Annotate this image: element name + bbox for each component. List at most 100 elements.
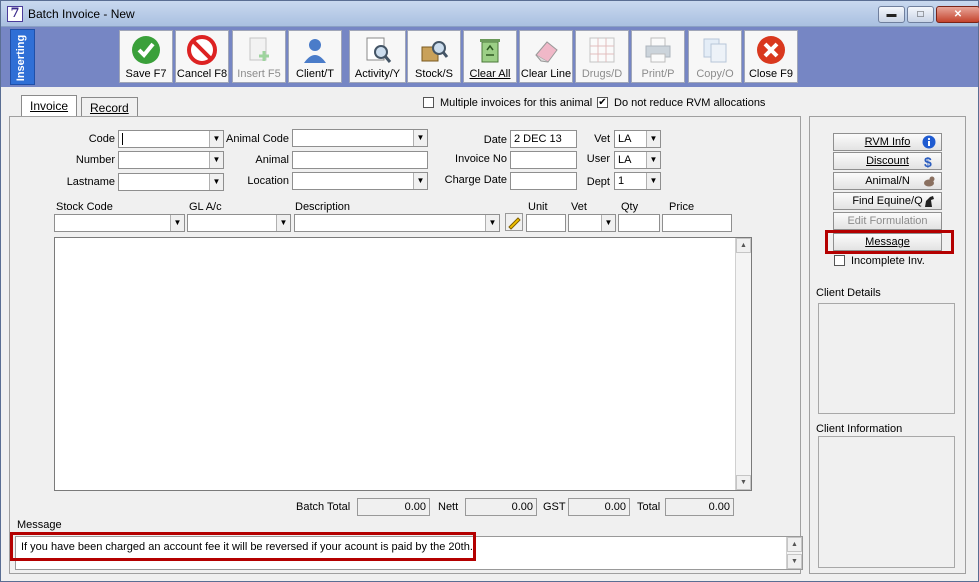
dept-label: Dept [586,176,610,188]
print-button[interactable]: Print/P [631,30,685,83]
scroll-down-icon[interactable]: ▼ [787,554,802,569]
magnifier-document-icon [366,37,391,63]
line-vet-select[interactable]: ▼ [568,214,616,232]
tab-invoice[interactable]: Invoice [21,95,78,117]
animal-button[interactable]: Animal/N [833,172,942,190]
vet-header: Vet [571,201,587,213]
message-highlight [10,532,476,561]
main-toolbar: Inserting Save F7 Cancel F8 Insert F5 Cl… [1,27,978,87]
stock-button[interactable]: Stock/S [407,30,461,83]
no-reduce-rvm-label: Do not reduce RVM allocations [614,97,766,109]
number-field[interactable]: ▼ [118,151,224,169]
price-input[interactable] [662,214,732,232]
lastname-label: Lastname [66,176,115,188]
unit-input[interactable] [526,214,566,232]
invoice-lines-grid[interactable]: ▲ ▼ [54,237,752,491]
scroll-up-icon[interactable]: ▲ [787,537,802,552]
vet-label: Vet [594,133,610,145]
chevron-down-icon[interactable]: ▼ [646,152,660,168]
client-button[interactable]: Client/T [288,30,342,83]
discount-button[interactable]: Discount $ [833,152,942,170]
svg-text:$: $ [924,154,932,168]
message-scrollbar[interactable]: ▲ ▼ [786,537,802,569]
animal-code-field[interactable]: ▼ [292,129,428,147]
save-button[interactable]: Save F7 [119,30,173,83]
invoice-no-label: Invoice No [455,153,507,165]
close-button[interactable]: Close F9 [744,30,798,83]
chevron-down-icon[interactable]: ▼ [485,215,499,231]
chevron-down-icon[interactable]: ▼ [601,215,615,231]
info-icon [922,135,936,149]
copy-button[interactable]: Copy/O [688,30,742,83]
rvm-info-button[interactable]: RVM Info [833,133,942,151]
message-label: Message [17,519,62,531]
client-details-label: Client Details [816,287,881,299]
qty-header: Qty [621,201,639,213]
charge-date-field[interactable] [510,172,577,190]
edit-formulation-button[interactable]: Edit Formulation [833,212,942,230]
chevron-down-icon[interactable]: ▼ [646,131,660,147]
charge-date-label: Charge Date [444,174,507,186]
chevron-down-icon[interactable]: ▼ [646,173,660,189]
clear-line-button[interactable]: Clear Line [519,30,573,83]
eraser-icon [535,41,558,63]
animal-code-label: Animal Code [226,133,289,145]
minimize-button[interactable]: ▬ [878,6,905,23]
qty-input[interactable] [618,214,660,232]
activity-button[interactable]: Activity/Y [349,30,406,83]
scroll-down-icon[interactable]: ▼ [736,475,751,490]
grid-scrollbar[interactable]: ▲ ▼ [735,238,751,490]
chevron-down-icon[interactable]: ▼ [276,215,290,231]
description-input[interactable]: ▼ [294,214,500,232]
vet-select[interactable]: LA ▼ [614,130,661,148]
price-header: Price [669,201,695,213]
location-field[interactable]: ▼ [292,172,428,190]
no-entry-icon [187,35,217,65]
code-field[interactable]: ▼ [118,130,224,148]
unit-header: Unit [528,201,548,213]
lastname-field[interactable]: ▼ [118,173,224,191]
nett-value: 0.00 [465,498,537,516]
location-label: Location [247,175,289,187]
dept-select[interactable]: 1 ▼ [614,172,661,190]
chevron-down-icon[interactable]: ▼ [413,173,427,189]
tab-record[interactable]: Record [81,97,138,117]
pencil-icon[interactable] [505,213,523,231]
client-information-panel [818,436,955,568]
dog-icon [924,176,935,187]
multiple-invoices-label: Multiple invoices for this animal [440,97,593,109]
stock-box-icon [421,41,449,62]
batch-invoice-window: 7 Batch Invoice - New ▬ □ ✕ Inserting Sa… [0,0,979,582]
close-window-button[interactable]: ✕ [936,6,979,23]
number-label: Number [75,154,115,166]
drugs-button[interactable]: Drugs/D [575,30,629,83]
find-equine-button[interactable]: Find Equine/Q [833,192,942,210]
animal-label: Animal [255,154,289,166]
cancel-button[interactable]: Cancel F8 [175,30,229,83]
incomplete-inv-checkbox[interactable] [834,255,845,266]
date-field[interactable]: 2 DEC 13 [510,130,577,148]
window-title: Batch Invoice - New [28,7,135,21]
stock-code-input[interactable]: ▼ [54,214,185,232]
recycle-bin-icon [480,39,500,63]
no-reduce-rvm-checkbox[interactable]: ✔ [597,97,608,108]
animal-field[interactable] [292,151,428,169]
check-icon [132,36,160,64]
clear-all-button[interactable]: Clear All [463,30,517,83]
stock-code-header: Stock Code [56,201,113,213]
insert-button[interactable]: Insert F5 [232,30,286,83]
total-value: 0.00 [665,498,734,516]
gl-input[interactable]: ▼ [187,214,291,232]
user-select[interactable]: LA ▼ [614,151,661,169]
multiple-invoices-checkbox[interactable] [423,97,434,108]
copy-icon [703,38,727,63]
scroll-up-icon[interactable]: ▲ [736,238,751,253]
invoice-no-field[interactable] [510,151,577,169]
maximize-button[interactable]: □ [907,6,934,23]
chevron-down-icon[interactable]: ▼ [413,130,427,146]
app-logo-icon: 7 [7,6,23,22]
title-bar: 7 Batch Invoice - New ▬ □ ✕ [1,1,979,27]
user-label: User [586,153,610,165]
dollar-icon: $ [924,154,932,168]
chevron-down-icon[interactable]: ▼ [170,215,184,231]
